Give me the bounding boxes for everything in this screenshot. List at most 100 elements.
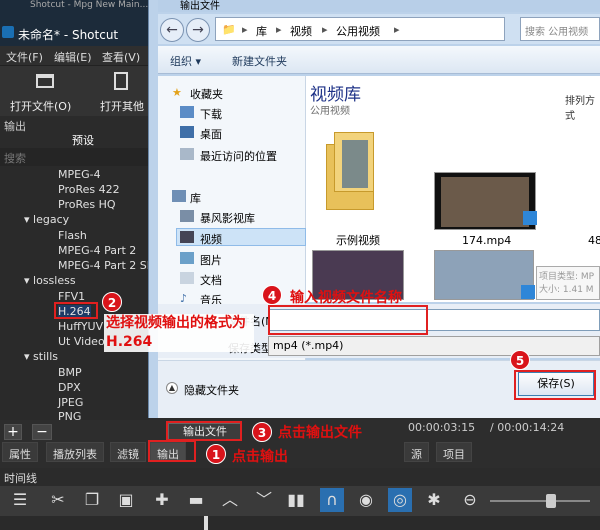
split-icon[interactable]: ▮▮ (284, 488, 308, 512)
hide-folders-button[interactable]: 隐藏文件夹 (184, 382, 239, 398)
presets-header: 预设 (72, 134, 94, 147)
nav-recent[interactable]: 最近访问的位置 (200, 148, 277, 164)
breadcrumb-video[interactable]: 视频 (290, 23, 312, 39)
add-preset-button[interactable]: + (4, 424, 22, 440)
file-name[interactable]: 示例视频 (336, 232, 380, 248)
preset-item[interactable]: DPX (58, 381, 81, 394)
step-3-badge: 3 (252, 422, 272, 442)
highlight-output-tab (148, 440, 196, 462)
preset-group-lossless[interactable]: ▾ lossless (24, 274, 76, 287)
tab-source[interactable]: 源 (404, 442, 429, 462)
dialog-toolbar: 组织 ▾ 新建文件夹 (158, 46, 600, 74)
dialog-search-input[interactable]: 搜索 公用视频 (520, 17, 600, 41)
nav-documents[interactable]: 文档 (200, 272, 222, 288)
highlight-h264 (54, 302, 98, 319)
scrub-icon[interactable]: ◉ (354, 488, 378, 512)
menu-view[interactable]: 查看(V) (102, 49, 140, 65)
shotcut-logo-icon (2, 26, 14, 38)
cut-icon[interactable]: ✂ (46, 488, 70, 512)
file-name[interactable]: 48 (588, 234, 600, 247)
filetype-select[interactable]: mp4 (*.mp4) (268, 336, 600, 356)
dialog-title-bar: 输出文件 (158, 0, 600, 12)
chevron-up-icon[interactable]: ▲ (166, 382, 178, 394)
nav-libraries[interactable]: 库 (190, 190, 201, 206)
preset-item[interactable]: ProRes 422 (58, 183, 120, 196)
menu-edit[interactable]: 编辑(E) (54, 49, 92, 65)
file-item-video-4[interactable] (434, 250, 535, 300)
preset-item[interactable]: HuffYUV (58, 320, 103, 333)
remove-icon[interactable]: ▬ (184, 488, 208, 512)
remove-preset-button[interactable]: − (32, 424, 52, 440)
output-panel-header: 输出 预设 (0, 116, 150, 150)
preset-item[interactable]: Flash (58, 229, 87, 242)
file-name[interactable]: 174.mp4 (462, 234, 511, 247)
open-other-button[interactable]: 打开其他 (100, 98, 144, 114)
nav-videos[interactable]: 视频 (200, 231, 222, 247)
playhead[interactable] (204, 516, 208, 530)
arrange-by[interactable]: 排列方式 (565, 92, 600, 122)
ripple-icon[interactable]: ◎ (388, 488, 412, 512)
open-other-icon[interactable] (114, 72, 128, 90)
nav-downloads[interactable]: 下载 (200, 106, 222, 122)
forward-arrow-icon[interactable]: → (186, 18, 210, 42)
tab-playlist[interactable]: 播放列表 (46, 442, 104, 462)
current-time[interactable]: 00:00:03:15 (408, 421, 475, 434)
organize-button[interactable]: 组织 ▾ (170, 53, 201, 69)
nav-desktop[interactable]: 桌面 (200, 126, 222, 142)
back-arrow-icon[interactable]: ← (160, 18, 184, 42)
nav-selection (176, 228, 306, 246)
breadcrumb[interactable]: 📁 ▸ 库 ▸ 视频 ▸ 公用视频 ▸ (215, 17, 505, 41)
breadcrumb-public-video[interactable]: 公用视频 (336, 23, 380, 39)
preset-item[interactable]: MPEG-4 Part 2 SP (58, 259, 153, 272)
presets-search-input[interactable]: 搜索 (0, 148, 150, 166)
snap-icon[interactable]: ∩ (320, 488, 344, 512)
desktop-icon (180, 126, 194, 138)
menu-file[interactable]: 文件(F) (6, 49, 43, 65)
lift-icon[interactable]: ︿ (218, 488, 242, 512)
step-2-badge: 2 (102, 292, 122, 312)
tab-filters[interactable]: 滤镜 (110, 442, 146, 462)
file-tooltip: 项目类型: MP 大小: 1.41 M (536, 266, 600, 300)
video-library-icon (180, 210, 194, 222)
append-icon[interactable]: ✚ (150, 488, 174, 512)
nav-baofeng[interactable]: 暴风影视库 (200, 210, 255, 226)
preset-item[interactable]: ProRes HQ (58, 198, 116, 211)
menu-icon[interactable]: ☰ (8, 488, 32, 512)
window-top-text: Shotcut - Mpg New Main... (30, 0, 149, 10)
step-1-badge: 1 (206, 444, 226, 464)
preset-item[interactable]: Ut Video (58, 335, 105, 348)
total-time: / 00:00:14:24 (490, 421, 565, 434)
paste-icon[interactable]: ▣ (114, 488, 138, 512)
folder-icon: 📁 (222, 23, 236, 36)
overwrite-icon[interactable]: ﹀ (252, 488, 276, 512)
step-4-badge: 4 (262, 285, 282, 305)
zoom-out-icon[interactable]: ⊖ (458, 488, 482, 512)
preset-item[interactable]: JPEG (58, 396, 83, 409)
open-file-button[interactable]: 打开文件(O) (10, 98, 71, 114)
preset-item[interactable]: BMP (58, 366, 82, 379)
tab-project[interactable]: 项目 (436, 442, 472, 462)
breadcrumb-library[interactable]: 库 (256, 23, 267, 39)
highlight-save (514, 370, 596, 400)
file-item-174-mp4[interactable] (434, 172, 537, 230)
preset-group-stills[interactable]: ▾ stills (24, 350, 58, 363)
preset-item[interactable]: MPEG-4 Part 2 (58, 244, 136, 257)
file-item-sample-videos[interactable] (322, 128, 378, 226)
zoom-slider[interactable] (490, 500, 590, 502)
ripple-all-icon[interactable]: ✱ (422, 488, 446, 512)
copy-icon[interactable]: ❐ (80, 488, 104, 512)
folder-preview (342, 140, 368, 188)
nav-pictures[interactable]: 图片 (200, 252, 222, 268)
zoom-slider-handle[interactable] (546, 494, 556, 508)
tab-properties[interactable]: 属性 (2, 442, 38, 462)
new-folder-button[interactable]: 新建文件夹 (232, 53, 287, 69)
recent-icon (180, 148, 194, 160)
preset-item[interactable]: MPEG-4 (58, 168, 101, 181)
timeline-ruler (0, 516, 600, 530)
nav-favorites[interactable]: 收藏夹 (190, 86, 223, 102)
preset-group-label: legacy (33, 213, 70, 226)
open-file-icon[interactable] (36, 74, 54, 88)
preset-group-legacy[interactable]: ▾ legacy (24, 213, 69, 226)
menu-bar: 文件(F) 编辑(E) 查看(V) (0, 46, 150, 66)
highlight-export-file (166, 421, 242, 441)
